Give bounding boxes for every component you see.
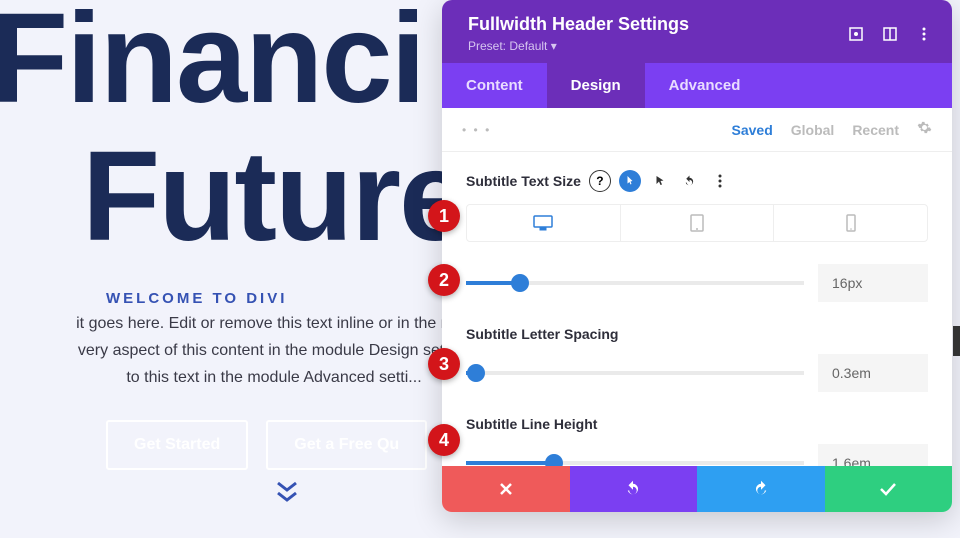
letter-spacing-slider[interactable] bbox=[466, 371, 804, 375]
panel-title: Fullwidth Header Settings bbox=[468, 14, 689, 35]
recent-link[interactable]: Recent bbox=[852, 122, 899, 138]
reset-icon[interactable] bbox=[679, 170, 701, 192]
letter-spacing-value[interactable]: 0.3em bbox=[818, 354, 928, 392]
tab-content[interactable]: Content bbox=[442, 63, 547, 108]
redo-button[interactable] bbox=[697, 466, 825, 512]
panel-preset[interactable]: Preset: Default ▾ bbox=[468, 39, 689, 53]
tab-advanced[interactable]: Advanced bbox=[645, 63, 765, 108]
expand-icon[interactable] bbox=[848, 26, 864, 42]
device-tablet[interactable] bbox=[621, 205, 775, 241]
global-link[interactable]: Global bbox=[791, 122, 835, 138]
line-height-value[interactable]: 1.6em bbox=[818, 444, 928, 466]
save-button[interactable] bbox=[825, 466, 953, 512]
line-height-label: Subtitle Line Height bbox=[466, 416, 928, 432]
gear-icon[interactable] bbox=[917, 120, 932, 139]
marker-4: 4 bbox=[428, 424, 460, 456]
subtitle-text-size-label: Subtitle Text Size bbox=[466, 173, 581, 189]
get-started-button[interactable]: Get Started bbox=[106, 420, 248, 470]
undo-button[interactable] bbox=[570, 466, 698, 512]
columns-icon[interactable] bbox=[882, 26, 898, 42]
page-headline-line1: Financi bbox=[0, 0, 424, 126]
device-desktop[interactable] bbox=[467, 205, 621, 241]
line-height-slider[interactable] bbox=[466, 461, 804, 465]
marker-1: 1 bbox=[428, 200, 460, 232]
page-subtitle: Welcome to Divi bbox=[106, 290, 287, 307]
get-quote-button[interactable]: Get a Free Qu bbox=[266, 420, 427, 470]
marker-3: 3 bbox=[428, 348, 460, 380]
more-icon[interactable] bbox=[916, 26, 932, 42]
options-icon[interactable] bbox=[709, 170, 731, 192]
marker-2: 2 bbox=[428, 264, 460, 296]
device-phone[interactable] bbox=[774, 205, 927, 241]
letter-spacing-label: Subtitle Letter Spacing bbox=[466, 326, 928, 342]
hover-icon[interactable] bbox=[619, 170, 641, 192]
tab-design[interactable]: Design bbox=[547, 63, 645, 108]
drag-handle-icon[interactable]: • • • bbox=[462, 123, 491, 137]
side-tab[interactable] bbox=[953, 326, 960, 356]
cursor-icon[interactable] bbox=[649, 170, 671, 192]
scroll-down-icon[interactable] bbox=[275, 480, 299, 513]
help-icon[interactable]: ? bbox=[589, 170, 611, 192]
saved-link[interactable]: Saved bbox=[732, 122, 773, 138]
text-size-value[interactable]: 16px bbox=[818, 264, 928, 302]
settings-panel: Fullwidth Header Settings Preset: Defaul… bbox=[442, 0, 952, 512]
text-size-slider[interactable] bbox=[466, 281, 804, 285]
page-headline-line2: Future bbox=[82, 130, 468, 264]
cancel-button[interactable] bbox=[442, 466, 570, 512]
